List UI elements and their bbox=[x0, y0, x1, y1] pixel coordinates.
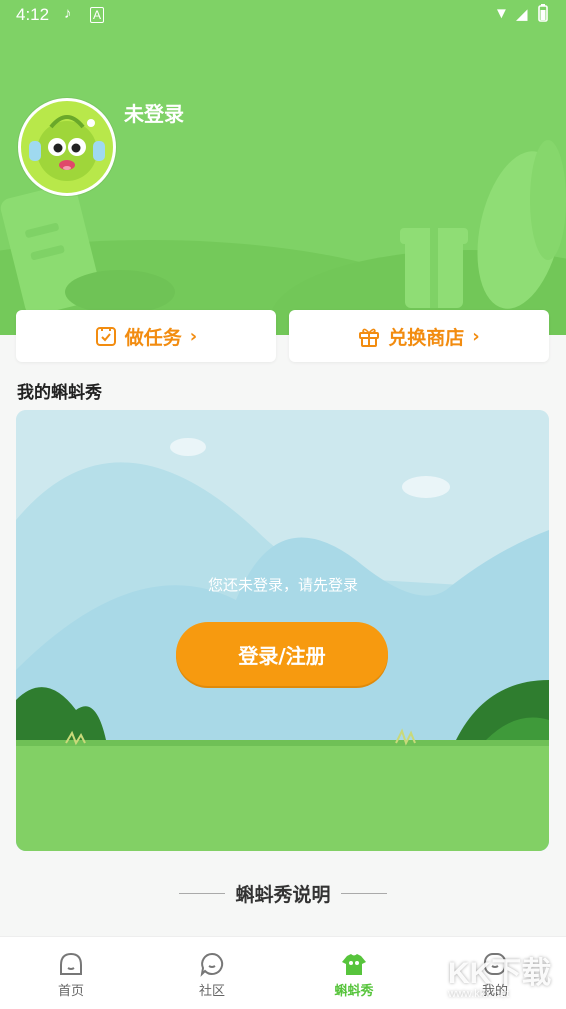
home-icon bbox=[60, 952, 82, 975]
gift-icon bbox=[359, 328, 380, 347]
tab-tadpole-show[interactable]: 蝌蚪秀 bbox=[314, 945, 394, 999]
explain-title: 蝌蚪秀说明 bbox=[235, 884, 331, 906]
chevron-right-icon: › bbox=[472, 325, 480, 347]
battery-icon bbox=[538, 4, 548, 26]
login-notice: 您还未登录，请先登录 bbox=[207, 576, 358, 594]
tab-home-label: 首页 bbox=[57, 984, 84, 999]
login-register-button[interactable]: 登录/注册 bbox=[176, 622, 388, 686]
watermark: KK下载 www.kkx.net bbox=[448, 948, 551, 1000]
task-check-icon bbox=[95, 327, 116, 346]
music-note-icon: ♪ bbox=[64, 5, 72, 22]
community-icon bbox=[200, 952, 224, 977]
profile-header: 4:12 ♪ A ▼ ◢ 未登录 bbox=[0, 0, 566, 335]
username[interactable]: 未登录 bbox=[124, 98, 184, 127]
tab-community[interactable]: 社区 bbox=[172, 945, 252, 999]
avatar[interactable] bbox=[18, 98, 116, 196]
exchange-shop-label: 兑换商店 bbox=[388, 326, 465, 349]
signal-icon: ◢ bbox=[516, 6, 528, 23]
status-bar: 4:12 ♪ A ▼ ◢ bbox=[0, 0, 566, 30]
chevron-right-icon: › bbox=[189, 325, 198, 347]
section-title: 我的蝌蚪秀 bbox=[17, 383, 102, 403]
tab-tadpole-show-label: 蝌蚪秀 bbox=[334, 984, 374, 999]
explain-header: 蝌蚪秀说明 bbox=[0, 880, 566, 907]
status-time: 4:12 bbox=[16, 5, 50, 24]
task-button-label: 做任务 bbox=[124, 326, 182, 349]
wifi-icon: ▼ bbox=[494, 5, 509, 22]
exchange-shop-button[interactable]: 兑换商店 › bbox=[289, 310, 549, 362]
divider-right bbox=[340, 893, 387, 894]
tadpole-show-icon bbox=[342, 954, 366, 975]
tadpole-mascot-icon bbox=[29, 115, 105, 181]
watermark-text: KK下载 bbox=[448, 957, 552, 990]
notification-a-icon: A bbox=[90, 7, 105, 23]
tab-community-label: 社区 bbox=[198, 984, 225, 999]
tab-home[interactable]: 首页 bbox=[31, 945, 111, 999]
task-button[interactable]: 做任务 › bbox=[16, 310, 276, 362]
divider-left bbox=[179, 893, 226, 894]
